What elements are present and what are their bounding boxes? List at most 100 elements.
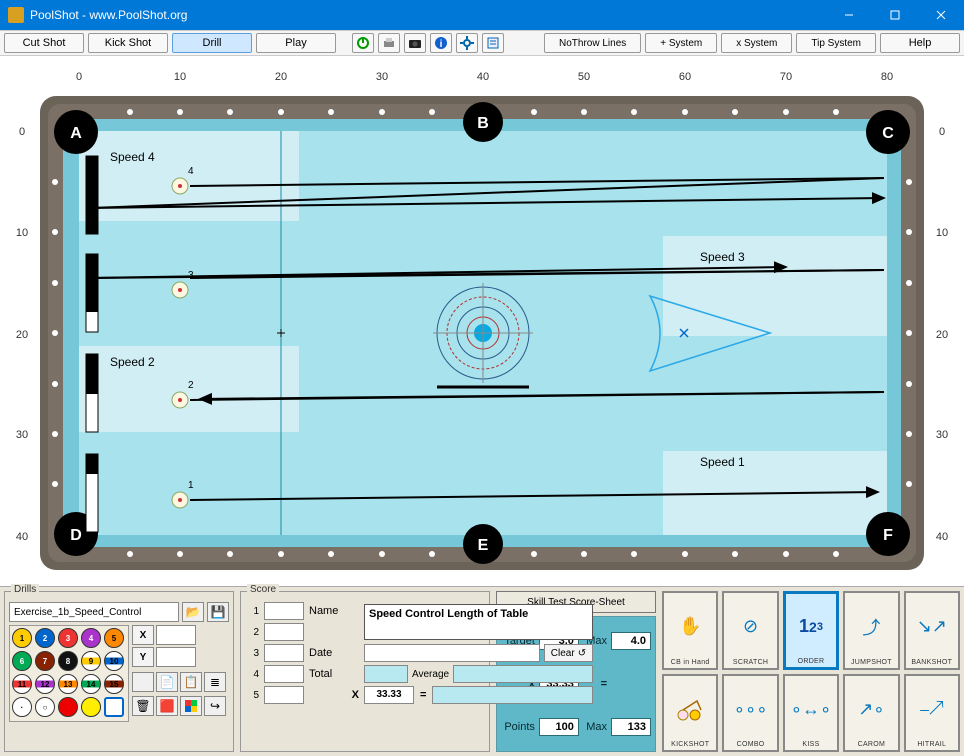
- pool-table-canvas[interactable]: 0 10 20 30 40 50 60 70 80 0 10 20 30 40 …: [0, 56, 964, 586]
- drill-name-box: Speed Control Length of Table: [364, 604, 593, 640]
- save-file-icon[interactable]: 💾: [207, 602, 229, 622]
- x-input[interactable]: [156, 625, 196, 645]
- nothrow-lines-button[interactable]: NoThrow Lines: [544, 33, 641, 53]
- trash-icon[interactable]: 🗑: [132, 696, 154, 716]
- svg-text:i: i: [440, 39, 443, 50]
- shot-combo[interactable]: ∘∘∘COMBO: [722, 674, 778, 753]
- shot-hitrail[interactable]: ⎯↗HITRAIL: [904, 674, 960, 753]
- pocket-label: B: [477, 115, 489, 132]
- shot-bankshot[interactable]: ↘↗BANKSHOT: [904, 591, 960, 670]
- cue-ball[interactable]: ·: [12, 697, 32, 717]
- window-title: PoolShot - www.PoolShot.org: [30, 8, 826, 22]
- shot-order[interactable]: 123ORDER: [783, 591, 839, 670]
- blank-icon[interactable]: [132, 672, 154, 692]
- y-tick-label: 20: [16, 329, 28, 341]
- points-label: Points: [501, 721, 535, 733]
- play-button[interactable]: Play: [256, 33, 336, 53]
- ball-palette: 1 2 3 4 5 6 7 8 9 10 11 12 13 14 15 · ○: [9, 625, 129, 722]
- ball-11[interactable]: 11: [12, 674, 32, 694]
- score-legend: Score: [247, 584, 279, 595]
- average-input[interactable]: [453, 665, 593, 683]
- maximize-button[interactable]: [872, 0, 918, 30]
- pocket-label: A: [70, 125, 82, 142]
- ball-number: 4: [188, 166, 194, 177]
- ball-9[interactable]: 9: [81, 651, 101, 671]
- copy-icon[interactable]: 📋: [180, 672, 202, 692]
- ball-8[interactable]: 8: [58, 651, 78, 671]
- y-tick-label: 10: [936, 227, 948, 239]
- ball-2[interactable]: 2: [35, 628, 55, 648]
- shot-cbinhand[interactable]: ✋CB in Hand: [662, 591, 718, 670]
- kick-shot-button[interactable]: Kick Shot: [88, 33, 168, 53]
- score-input-5[interactable]: [264, 686, 304, 704]
- shot-jumpshot[interactable]: ⤴JUMPSHOT: [843, 591, 899, 670]
- x-tick-label: 80: [881, 71, 893, 83]
- ball-1[interactable]: 1: [12, 628, 32, 648]
- power-icon[interactable]: [352, 33, 374, 53]
- x-system-button[interactable]: x System: [721, 33, 792, 53]
- cut-shot-button[interactable]: Cut Shot: [4, 33, 84, 53]
- grid-icon[interactable]: [180, 696, 202, 716]
- drills-legend: Drills: [11, 584, 39, 595]
- ball-6[interactable]: 6: [12, 651, 32, 671]
- minimize-button[interactable]: [826, 0, 872, 30]
- list-icon[interactable]: ≣: [204, 672, 226, 692]
- yellow-ball[interactable]: [81, 697, 101, 717]
- ball-10[interactable]: 10: [104, 651, 124, 671]
- date-input[interactable]: [364, 644, 540, 662]
- red-ball[interactable]: [58, 697, 78, 717]
- ghost-ball[interactable]: ○: [35, 697, 55, 717]
- max2-label: Max: [583, 721, 607, 733]
- max-value: 4.0: [611, 632, 651, 650]
- drill-button[interactable]: Drill: [172, 33, 252, 53]
- y-tick-label: 10: [16, 227, 28, 239]
- ball-15[interactable]: 15: [104, 674, 124, 694]
- toolbar: Cut Shot Kick Shot Drill Play i NoThrow …: [0, 30, 964, 56]
- speed-label: Speed 4: [110, 150, 155, 164]
- ball-7[interactable]: 7: [35, 651, 55, 671]
- date-label: Date: [309, 647, 359, 659]
- print-icon[interactable]: [378, 33, 400, 53]
- shot-kickshot[interactable]: KICKSHOT: [662, 674, 718, 753]
- name-label: Name: [309, 605, 359, 617]
- app-icon: [8, 7, 24, 23]
- tip-system-button[interactable]: Tip System: [796, 33, 876, 53]
- redo-icon[interactable]: ↪: [204, 696, 226, 716]
- shot-carom[interactable]: ↗∘CAROM: [843, 674, 899, 753]
- shot-scratch[interactable]: ⊘SCRATCH: [722, 591, 778, 670]
- close-button[interactable]: [918, 0, 964, 30]
- x-tick-label: 70: [780, 71, 792, 83]
- y-input[interactable]: [156, 647, 196, 667]
- ball-14[interactable]: 14: [81, 674, 101, 694]
- color-icon[interactable]: 🟥: [156, 696, 178, 716]
- drill-filename-input[interactable]: [9, 602, 179, 622]
- plus-system-button[interactable]: + System: [645, 33, 717, 53]
- score-input-2[interactable]: [264, 623, 304, 641]
- help-button[interactable]: Help: [880, 33, 960, 53]
- ball-4[interactable]: 4: [81, 628, 101, 648]
- clear-button[interactable]: Clear ↺: [544, 644, 593, 662]
- score-input-1[interactable]: [264, 602, 304, 620]
- x-tick-label: 40: [477, 71, 489, 83]
- open-file-icon[interactable]: 📂: [182, 602, 204, 622]
- x-label: X: [132, 625, 154, 645]
- ball-13[interactable]: 13: [58, 674, 78, 694]
- tasks-icon[interactable]: [482, 33, 504, 53]
- shot-kiss[interactable]: ∘↔∘KISS: [783, 674, 839, 753]
- ball-number: 2: [188, 380, 194, 391]
- gear-icon[interactable]: [456, 33, 478, 53]
- page-icon[interactable]: 📄: [156, 672, 178, 692]
- y-tick-label: 30: [936, 429, 948, 441]
- ball-5[interactable]: 5: [104, 628, 124, 648]
- camera-icon[interactable]: [404, 33, 426, 53]
- ball-12[interactable]: 12: [35, 674, 55, 694]
- info-icon[interactable]: i: [430, 33, 452, 53]
- average-label: Average: [412, 669, 449, 680]
- ball-3[interactable]: 3: [58, 628, 78, 648]
- total-input[interactable]: [364, 665, 408, 683]
- score-input-4[interactable]: [264, 665, 304, 683]
- score-input-3[interactable]: [264, 644, 304, 662]
- result-input[interactable]: [432, 686, 593, 704]
- target-marker[interactable]: [104, 697, 124, 717]
- shot-palette: ✋CB in Hand ⊘SCRATCH 123ORDER ⤴JUMPSHOT …: [662, 591, 960, 752]
